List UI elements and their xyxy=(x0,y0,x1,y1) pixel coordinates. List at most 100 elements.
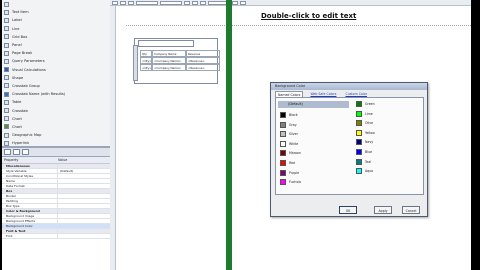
color-label[interactable]: Teal xyxy=(365,159,371,165)
fill-color-icon[interactable] xyxy=(240,0,246,5)
toolbox-item[interactable]: Crosstab Name (with Results) xyxy=(2,90,110,98)
bold-icon[interactable] xyxy=(112,0,118,5)
left-panel: Text Item Label Line Grid Box Panel Page Brea… xyxy=(2,0,110,270)
table-cell[interactable]: <Revenue> xyxy=(186,64,220,71)
property-value[interactable]: (Default) xyxy=(58,169,110,173)
toolbox-item[interactable]: Chart xyxy=(2,123,110,131)
color-label[interactable]: Navy xyxy=(365,139,373,145)
color-swatch[interactable] xyxy=(280,169,286,176)
toolbox-item[interactable]: Shape xyxy=(2,74,110,82)
color-label[interactable]: Fuchsia xyxy=(289,179,301,185)
categorized-icon[interactable] xyxy=(4,149,11,155)
property-row[interactable]: Font xyxy=(2,234,110,239)
color-swatch[interactable] xyxy=(280,160,286,166)
table-cell[interactable]: <Revenue> xyxy=(186,57,220,64)
toolbox-item[interactable]: Grid Box xyxy=(2,33,110,41)
property-value[interactable] xyxy=(58,194,110,198)
property-value[interactable] xyxy=(58,229,110,233)
color-swatch[interactable] xyxy=(280,131,286,138)
toolbox-item[interactable] xyxy=(2,0,110,8)
color-label[interactable]: Red xyxy=(289,160,295,166)
property-value[interactable] xyxy=(58,204,110,208)
color-swatch[interactable] xyxy=(280,179,286,186)
property-value[interactable] xyxy=(58,219,110,223)
table-cell[interactable]: <Company Name> xyxy=(152,64,186,71)
toolbox-item[interactable]: Crosstab Group xyxy=(2,82,110,90)
table-header-cell[interactable]: Revenue xyxy=(186,50,220,57)
color-swatch[interactable] xyxy=(280,140,286,147)
color-swatch[interactable] xyxy=(356,139,362,146)
underline-icon[interactable] xyxy=(128,0,134,5)
default-color-option[interactable]: (Default) xyxy=(278,101,349,108)
toolbox-item[interactable]: Panel xyxy=(2,41,110,49)
color-label[interactable]: Silver xyxy=(289,131,298,137)
property-value[interactable] xyxy=(58,209,110,213)
page-title[interactable]: Double-click to edit text xyxy=(261,12,356,20)
align-left-icon[interactable] xyxy=(184,0,190,5)
table-cell[interactable]: <Qty> xyxy=(140,57,152,64)
toolbox-item[interactable]: Line xyxy=(2,25,110,33)
property-value[interactable] xyxy=(58,224,110,228)
toolbox-item[interactable]: Text Item xyxy=(2,8,110,16)
color-label[interactable]: Green xyxy=(365,101,375,107)
toolbox-item[interactable]: Visual Calculations xyxy=(2,66,110,74)
table-cell[interactable]: <Qty> xyxy=(140,64,152,71)
toolbox-item[interactable]: Page Break xyxy=(2,49,110,57)
color-swatch[interactable] xyxy=(356,149,362,155)
toolbox-item[interactable]: Label xyxy=(2,16,110,24)
color-swatch[interactable] xyxy=(280,121,286,128)
toolbox-item-label: Geographic Map xyxy=(12,133,42,138)
property-value[interactable] xyxy=(58,174,110,178)
property-value[interactable] xyxy=(58,234,110,238)
ok-button[interactable]: OK xyxy=(339,206,357,214)
toolbox-item[interactable]: Query Parameters xyxy=(2,57,110,65)
property-value[interactable] xyxy=(58,184,110,188)
sort-icon[interactable] xyxy=(13,149,20,155)
color-label[interactable]: Yellow xyxy=(365,130,375,136)
toolbox-item-label: Grid Box xyxy=(12,34,28,39)
color-swatch[interactable] xyxy=(356,129,362,136)
color-label[interactable]: Olive xyxy=(365,120,373,126)
color-label[interactable]: Aqua xyxy=(365,168,373,174)
property-value[interactable] xyxy=(58,189,110,193)
table-header-cell[interactable]: Qty xyxy=(140,50,152,57)
toolbox-item[interactable]: Geographic Map xyxy=(2,131,110,139)
size-combo[interactable] xyxy=(160,0,182,5)
color-swatch[interactable] xyxy=(356,158,362,165)
color-label[interactable]: Blue xyxy=(365,149,372,155)
color-label[interactable]: White xyxy=(289,141,298,147)
italic-icon[interactable] xyxy=(120,0,126,5)
color-label[interactable]: Black xyxy=(289,112,298,118)
property-value[interactable] xyxy=(58,179,110,183)
toolbox-item[interactable]: Hyperlink xyxy=(2,139,110,146)
table-search-input[interactable] xyxy=(138,40,194,47)
color-label[interactable]: Purple xyxy=(289,170,299,176)
table-cell[interactable]: <Company Name> xyxy=(152,57,186,64)
align-center-icon[interactable] xyxy=(192,0,198,5)
toolbox-item[interactable]: Crosstab xyxy=(2,106,110,114)
color-swatch[interactable] xyxy=(356,120,362,127)
toolbox-item-icon xyxy=(4,50,9,56)
cancel-button[interactable]: Cancel xyxy=(402,206,420,214)
apply-button[interactable]: Apply xyxy=(374,206,392,214)
property-value[interactable] xyxy=(58,164,110,168)
properties-icon[interactable] xyxy=(22,149,29,155)
font-combo[interactable] xyxy=(136,0,158,5)
property-value[interactable] xyxy=(58,214,110,218)
color-swatch[interactable] xyxy=(356,110,362,117)
color-swatch[interactable] xyxy=(356,168,362,175)
toolbox-item[interactable]: Chart xyxy=(2,115,110,123)
table-header-cell[interactable]: Company Name xyxy=(152,50,186,57)
color-swatch[interactable] xyxy=(356,101,362,107)
align-right-icon[interactable] xyxy=(200,0,206,5)
table-selection-handle[interactable] xyxy=(133,45,138,81)
color-swatch[interactable] xyxy=(280,150,286,157)
color-label[interactable]: Lime xyxy=(365,111,373,117)
color-label[interactable]: Gray xyxy=(289,122,297,128)
color-label[interactable]: Maroon xyxy=(289,150,301,156)
toolbox-item[interactable]: Table xyxy=(2,98,110,106)
color-swatch[interactable] xyxy=(280,112,286,118)
border-icon[interactable] xyxy=(232,0,238,5)
toolbox-item-label: Hyperlink xyxy=(12,141,30,146)
property-value[interactable] xyxy=(58,199,110,203)
